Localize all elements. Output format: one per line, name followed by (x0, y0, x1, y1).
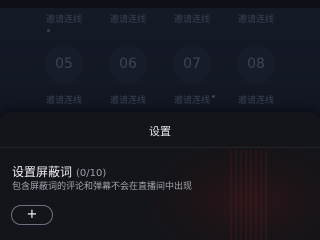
add-blocked-word-button[interactable]: + (11, 205, 53, 225)
seat-indicator-dot (47, 29, 50, 32)
top-edge (0, 0, 320, 8)
invite-label[interactable]: 邀请连线 (36, 93, 92, 106)
invite-label[interactable]: 邀请连线 (164, 12, 220, 25)
seat-indicator-dot (212, 95, 215, 98)
invite-label[interactable]: 邀请连线 (100, 93, 156, 106)
background-texture (230, 150, 270, 240)
seat-07[interactable]: 07 (172, 44, 212, 84)
blocked-words-title: 设置屏蔽词 (12, 165, 73, 179)
invite-label[interactable]: 邀请连线 (228, 12, 284, 25)
live-room-screen: 邀请连线 邀请连线 邀请连线 邀请连线 05 06 07 08 邀请连线 邀请连… (0, 0, 320, 240)
invite-label[interactable]: 邀请连线 (228, 93, 284, 106)
invite-label[interactable]: 邀请连线 (36, 12, 92, 25)
blocked-words-description: 包含屏蔽词的评论和弹幕不会在直播间中出现 (12, 182, 193, 192)
blocked-words-header: 设置屏蔽词 (0/10) (12, 161, 106, 180)
divider (0, 147, 320, 148)
seat-08[interactable]: 08 (236, 44, 276, 84)
seat-06[interactable]: 06 (108, 44, 148, 84)
sheet-title: 设置 (149, 125, 171, 138)
plus-icon: + (26, 207, 38, 222)
settings-sheet: 设置 设置屏蔽词 (0/10) 包含屏蔽词的评论和弹幕不会在直播间中出现 + (0, 112, 320, 240)
seat-05[interactable]: 05 (44, 44, 84, 84)
blocked-words-count: (0/10) (76, 168, 107, 179)
invite-label[interactable]: 邀请连线 (100, 12, 156, 25)
